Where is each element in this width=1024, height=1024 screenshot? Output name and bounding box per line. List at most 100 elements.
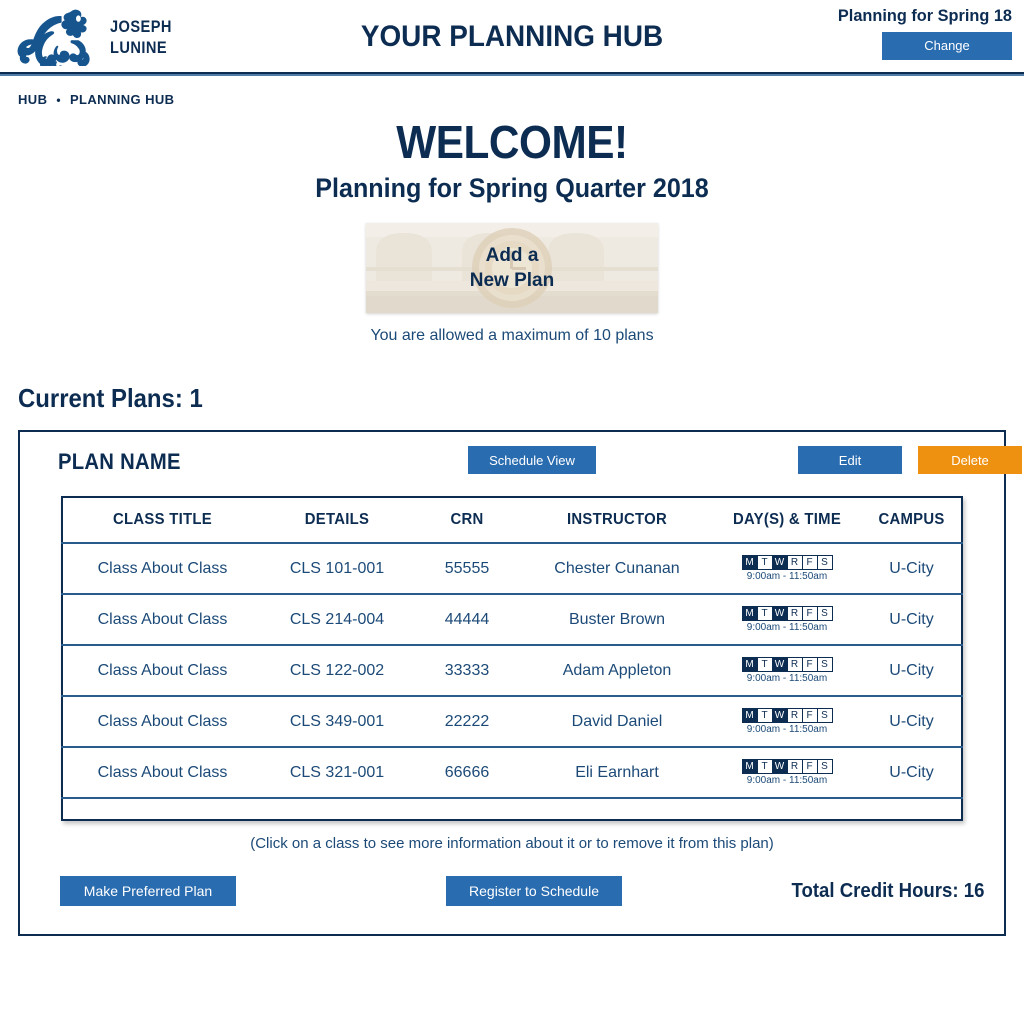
cell-class-title: Class About Class — [62, 696, 262, 748]
table-row[interactable]: Class About Class CLS 214-004 44444 Buster … — [62, 594, 962, 646]
class-table-head: CLASS TITLE DETAILS CRN INSTRUCTOR DAY(S… — [62, 497, 962, 544]
current-plans-heading: Current Plans: 1 — [18, 383, 203, 413]
table-row[interactable]: Class About Class CLS 101-001 55555 Chester… — [62, 543, 962, 595]
cell-details: CLS 101-001 — [262, 543, 412, 595]
cell-crn: 44444 — [412, 594, 522, 646]
class-table-header-row: CLASS TITLE DETAILS CRN INSTRUCTOR DAY(S… — [62, 497, 962, 544]
day-cell-r: R — [786, 555, 803, 570]
day-time-group: M T W R F S 9:00am - 11:50am — [716, 759, 858, 786]
day-cell-r: R — [786, 708, 803, 723]
day-indicator-row: MTWRFS — [741, 708, 833, 723]
cell-class-title: Class About Class — [62, 645, 262, 697]
day-cell-f: F — [801, 657, 818, 672]
make-preferred-plan-button[interactable]: Make Preferred Plan — [60, 876, 236, 906]
table-empty-cell — [62, 798, 962, 820]
welcome-title: WELCOME! — [396, 116, 628, 168]
class-time: 9:00am - 11:50am — [746, 622, 828, 633]
change-term-button[interactable]: Change — [882, 32, 1012, 60]
add-new-plan-button[interactable]: Add a New Plan — [366, 223, 658, 313]
breadcrumb-item-planning-hub[interactable]: PLANNING HUB — [70, 92, 174, 107]
cell-instructor: Chester Cunanan — [522, 543, 712, 595]
class-table-hint: (Click on a class to see more informatio… — [250, 835, 774, 852]
cell-campus: U-City — [862, 696, 962, 748]
column-header-campus: CAMPUS — [865, 497, 959, 544]
day-cell-t: T — [756, 555, 773, 570]
column-header-days-time: DAY(S) & TIME — [717, 497, 857, 544]
class-time: 9:00am - 11:50am — [746, 571, 828, 582]
day-indicator-row: MTWRFS — [741, 759, 833, 774]
day-cell-t: T — [756, 606, 773, 621]
term-selector: Planning for Spring 18 Change — [812, 6, 1012, 60]
day-time-group: M T W R F S 9:00am - 11:50am — [716, 657, 858, 684]
day-cell-t: T — [756, 657, 773, 672]
add-plan-line1: Add a — [485, 245, 539, 266]
cell-details: CLS 214-004 — [262, 594, 412, 646]
cell-details: CLS 321-001 — [262, 747, 412, 799]
table-row[interactable]: Class About Class CLS 122-002 33333 Adam Ap… — [62, 645, 962, 697]
cell-days-time: M T W R F S 9:00am - 11:50am — [712, 645, 862, 697]
cell-class-title: Class About Class — [62, 594, 262, 646]
day-cell-w: W — [771, 708, 788, 723]
day-cell-m: M — [741, 657, 758, 672]
cell-crn: 33333 — [412, 645, 522, 697]
day-cell-f: F — [801, 708, 818, 723]
add-plan-line2: New Plan — [469, 270, 555, 291]
cell-campus: U-City — [862, 543, 962, 595]
day-cell-m: M — [741, 708, 758, 723]
day-indicator-row: MTWRFS — [741, 657, 833, 672]
table-row[interactable]: Class About Class CLS 321-001 66666 Eli Ear… — [62, 747, 962, 799]
cell-class-title: Class About Class — [62, 543, 262, 595]
day-cell-m: M — [741, 759, 758, 774]
cell-crn: 22222 — [412, 696, 522, 748]
day-cell-f: F — [801, 555, 818, 570]
day-cell-w: W — [771, 759, 788, 774]
cell-days-time: M T W R F S 9:00am - 11:50am — [712, 696, 862, 748]
day-time-group: M T W R F S 9:00am - 11:50am — [716, 708, 858, 735]
class-time: 9:00am - 11:50am — [746, 775, 828, 786]
breadcrumb: HUB • PLANNING HUB — [18, 92, 1024, 107]
day-cell-s: S — [816, 657, 833, 672]
edit-plan-button[interactable]: Edit — [798, 446, 902, 474]
day-time-group: M T W R F S 9:00am - 11:50am — [716, 555, 858, 582]
cell-campus: U-City — [862, 747, 962, 799]
column-header-details: DETAILS — [267, 497, 407, 544]
class-time: 9:00am - 11:50am — [746, 724, 828, 735]
day-time-group: M T W R F S 9:00am - 11:50am — [716, 606, 858, 633]
cell-details: CLS 349-001 — [262, 696, 412, 748]
cell-details: CLS 122-002 — [262, 645, 412, 697]
cell-class-title: Class About Class — [62, 747, 262, 799]
add-new-plan-label: Add a New Plan — [366, 223, 658, 313]
day-cell-w: W — [771, 657, 788, 672]
add-plan-section: Add a New Plan — [0, 223, 1024, 313]
day-cell-f: F — [801, 759, 818, 774]
cell-instructor: Adam Appleton — [522, 645, 712, 697]
breadcrumb-item-hub[interactable]: HUB — [18, 92, 47, 107]
column-header-crn: CRN — [415, 497, 519, 544]
schedule-view-button[interactable]: Schedule View — [468, 446, 596, 474]
total-credit-hours: Total Credit Hours: 16 — [791, 880, 984, 902]
day-indicator-row: MTWRFS — [741, 555, 833, 570]
table-row[interactable]: Class About Class CLS 349-001 22222 David D… — [62, 696, 962, 748]
cell-instructor: Eli Earnhart — [522, 747, 712, 799]
plan-card: PLAN NAME Schedule View Edit Delete CLAS… — [18, 430, 1022, 936]
cell-days-time: M T W R F S 9:00am - 11:50am — [712, 747, 862, 799]
day-cell-w: W — [771, 606, 788, 621]
day-indicator-row: MTWRFS — [741, 606, 833, 621]
breadcrumb-separator: • — [56, 92, 61, 107]
day-cell-m: M — [741, 606, 758, 621]
cell-campus: U-City — [862, 594, 962, 646]
header-rule-thin — [0, 74, 1024, 76]
plan-card-footer: Make Preferred Plan Register to Schedule… — [38, 876, 986, 916]
cell-instructor: David Daniel — [522, 696, 712, 748]
welcome-block: WELCOME! Planning for Spring Quarter 201… — [0, 115, 1024, 205]
cell-campus: U-City — [862, 645, 962, 697]
cell-days-time: M T W R F S 9:00am - 11:50am — [712, 594, 862, 646]
column-header-instructor: INSTRUCTOR — [528, 497, 706, 544]
day-cell-m: M — [741, 555, 758, 570]
site-header: JOSEPH LUNINE YOUR PLANNING HUB Planning… — [0, 0, 1024, 72]
term-label: Planning for Spring 18 — [837, 6, 1012, 25]
table-empty-row — [62, 798, 962, 820]
class-table: CLASS TITLE DETAILS CRN INSTRUCTOR DAY(S… — [61, 496, 963, 821]
delete-plan-button[interactable]: Delete — [918, 446, 1022, 474]
register-to-schedule-button[interactable]: Register to Schedule — [446, 876, 622, 906]
